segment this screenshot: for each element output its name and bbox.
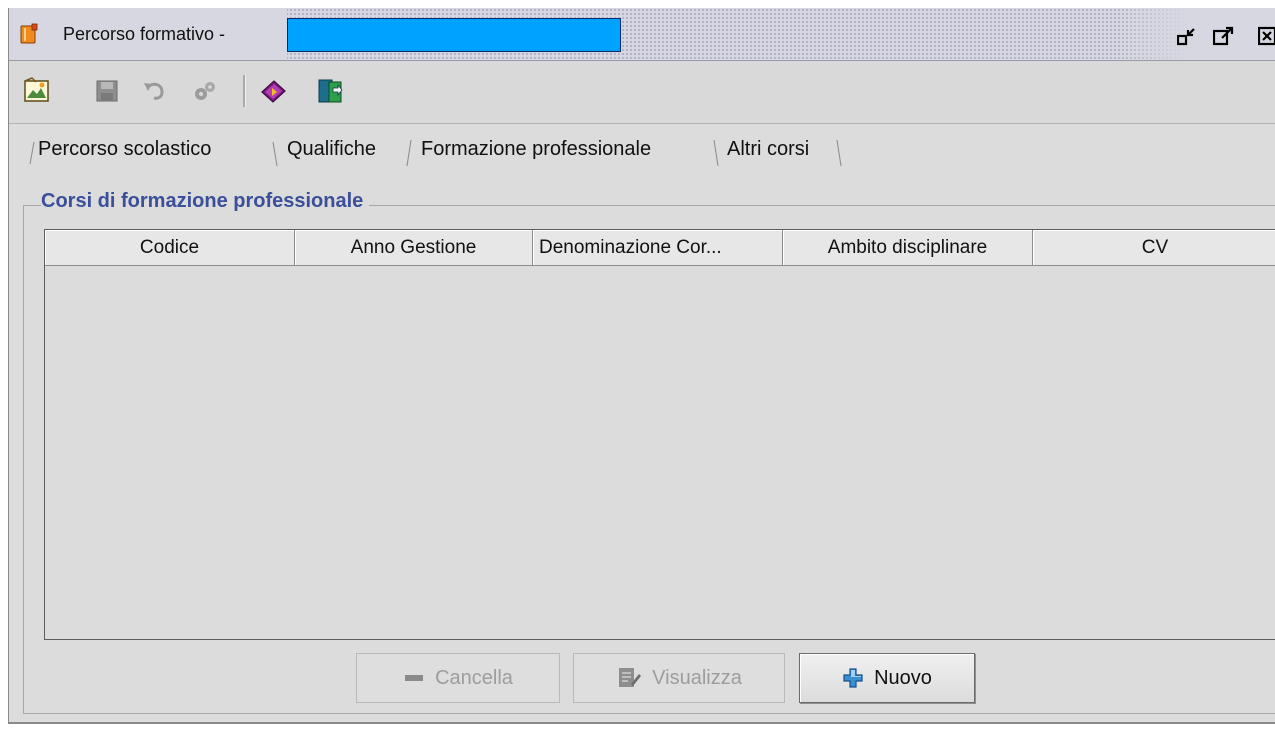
- toolbar: [9, 61, 1275, 124]
- table-header: Codice Anno Gestione Denominazione Cor..…: [45, 230, 1275, 266]
- plus-icon: [843, 668, 863, 688]
- column-header-ambito-disciplinare[interactable]: Ambito disciplinare: [783, 230, 1033, 266]
- column-header-codice[interactable]: Codice: [45, 230, 295, 266]
- orange-book-icon: [20, 23, 38, 44]
- undo-icon: [144, 82, 164, 100]
- window-title: Percorso formativo -: [63, 24, 226, 44]
- column-header-anno-gestione[interactable]: Anno Gestione: [295, 230, 533, 266]
- tab-formazione-professionale[interactable]: Formazione professionale: [421, 134, 651, 164]
- tab-strip: Percorso scolastico Qualifiche Formazion…: [9, 132, 1275, 167]
- book-icon[interactable]: [258, 76, 288, 106]
- tab-percorso-scolastico[interactable]: Percorso scolastico: [38, 134, 211, 164]
- tab-altri-corsi[interactable]: Altri corsi: [727, 134, 809, 164]
- column-header-denominazione-corso[interactable]: Denominazione Cor...: [533, 230, 783, 266]
- internal-frame-window: Percorso formativo - Percorso scolastico…: [8, 8, 1275, 724]
- column-header-cv[interactable]: CV: [1033, 230, 1275, 266]
- cancella-button[interactable]: Cancella: [356, 653, 560, 703]
- group-title: Corsi di formazione professionale: [41, 190, 370, 213]
- document-edit-icon: [619, 668, 642, 687]
- redacted-area: [287, 18, 621, 52]
- visualizza-button[interactable]: Visualizza: [573, 653, 785, 703]
- title-bar[interactable]: Percorso formativo -: [9, 8, 1275, 61]
- minimize-icon[interactable]: [1177, 26, 1199, 46]
- close-icon[interactable]: [1258, 26, 1275, 46]
- minus-icon: [405, 675, 424, 681]
- exit-door-icon[interactable]: [315, 76, 345, 106]
- tab-qualifiche[interactable]: Qualifiche: [287, 134, 376, 164]
- maximize-icon[interactable]: [1213, 26, 1235, 46]
- courses-table[interactable]: Codice Anno Gestione Denominazione Cor..…: [44, 229, 1275, 640]
- save-disk-icon: [96, 80, 118, 102]
- settings-gear-icon: [195, 82, 215, 100]
- nuovo-button[interactable]: Nuovo: [799, 653, 975, 703]
- edit-picture-icon[interactable]: [22, 76, 52, 106]
